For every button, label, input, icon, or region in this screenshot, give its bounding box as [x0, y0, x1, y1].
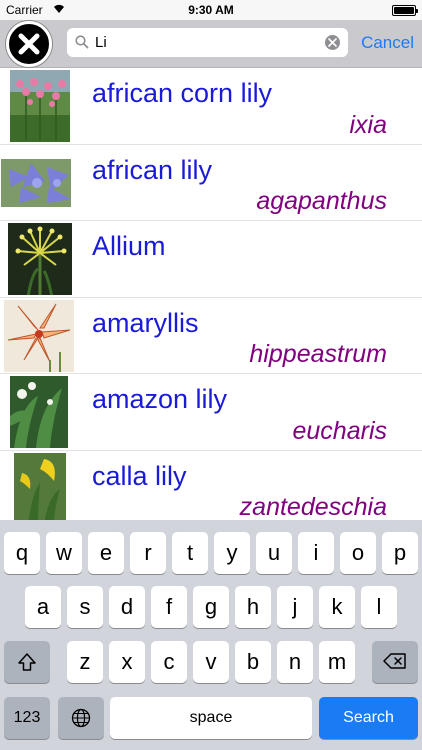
key-r[interactable]: r	[130, 532, 166, 574]
common-name: amaryllis	[92, 307, 199, 338]
close-icon	[18, 33, 40, 55]
search-field[interactable]	[67, 28, 348, 57]
close-button[interactable]	[6, 21, 52, 67]
key-o[interactable]: o	[340, 532, 376, 574]
common-name: african lily	[92, 154, 213, 185]
latin-name: agapanthus	[256, 187, 387, 215]
status-bar: Carrier 9:30 AM	[0, 0, 422, 20]
key-l[interactable]: l	[361, 586, 397, 628]
search-key[interactable]: Search	[319, 697, 418, 739]
flower-thumbnail	[4, 299, 74, 372]
key-v[interactable]: v	[193, 641, 229, 683]
status-time: 9:30 AM	[188, 3, 234, 17]
key-s[interactable]: s	[67, 586, 103, 628]
flower-thumbnail	[10, 70, 80, 142]
list-item[interactable]: amaryllis hippeastrum	[0, 298, 422, 374]
key-c[interactable]: c	[151, 641, 187, 683]
list-item[interactable]: calla lily zantedeschia	[0, 451, 422, 520]
common-name: amazon lily	[92, 384, 228, 414]
key-z[interactable]: z	[67, 641, 103, 683]
globe-icon	[71, 708, 91, 728]
backspace-key[interactable]	[372, 641, 418, 683]
list-item[interactable]: african corn lily ixia	[0, 68, 422, 145]
keyboard: q w e r t y u i o p a s d f g h j k l z …	[0, 520, 422, 750]
globe-key[interactable]	[58, 697, 104, 739]
numbers-key[interactable]: 123	[4, 697, 50, 739]
key-f[interactable]: f	[151, 586, 187, 628]
cancel-button[interactable]: Cancel	[361, 33, 414, 53]
latin-name: ixia	[349, 110, 387, 139]
key-t[interactable]: t	[172, 532, 208, 574]
key-h[interactable]: h	[235, 586, 271, 628]
key-y[interactable]: y	[214, 532, 250, 574]
flower-thumbnail	[1, 147, 71, 219]
list-item[interactable]: Allium	[0, 221, 422, 298]
clear-search-button[interactable]	[325, 35, 340, 50]
key-k[interactable]: k	[319, 586, 355, 628]
common-name: african corn lily	[92, 78, 273, 108]
flower-thumbnail	[10, 376, 80, 448]
key-d[interactable]: d	[109, 586, 145, 628]
shift-icon	[18, 653, 36, 671]
clear-icon	[328, 38, 337, 47]
key-j[interactable]: j	[277, 586, 313, 628]
results-list: african corn lily ixia african lily agap…	[0, 68, 422, 520]
list-item[interactable]: amazon lily eucharis	[0, 374, 422, 451]
key-g[interactable]: g	[193, 586, 229, 628]
flower-thumbnail	[14, 452, 84, 520]
flower-thumbnail	[8, 223, 78, 295]
list-item[interactable]: african lily agapanthus	[0, 145, 422, 221]
key-a[interactable]: a	[25, 586, 61, 628]
key-n[interactable]: n	[277, 641, 313, 683]
backspace-icon	[383, 653, 406, 669]
key-m[interactable]: m	[319, 641, 355, 683]
key-u[interactable]: u	[256, 532, 292, 574]
key-i[interactable]: i	[298, 532, 334, 574]
latin-name: zantedeschia	[239, 493, 387, 520]
shift-key[interactable]	[4, 641, 50, 683]
key-x[interactable]: x	[109, 641, 145, 683]
latin-name: eucharis	[292, 416, 388, 445]
common-name: calla lily	[92, 460, 187, 491]
latin-name: hippeastrum	[249, 340, 387, 368]
key-e[interactable]: e	[88, 532, 124, 574]
key-p[interactable]: p	[382, 532, 418, 574]
key-q[interactable]: q	[4, 532, 40, 574]
battery-icon	[392, 5, 418, 16]
search-header: Cancel	[0, 20, 422, 68]
common-name: Allium	[92, 231, 166, 261]
key-w[interactable]: w	[46, 532, 82, 574]
key-b[interactable]: b	[235, 641, 271, 683]
space-key[interactable]: space	[110, 697, 312, 739]
search-input[interactable]	[95, 31, 315, 54]
search-icon	[75, 35, 89, 49]
